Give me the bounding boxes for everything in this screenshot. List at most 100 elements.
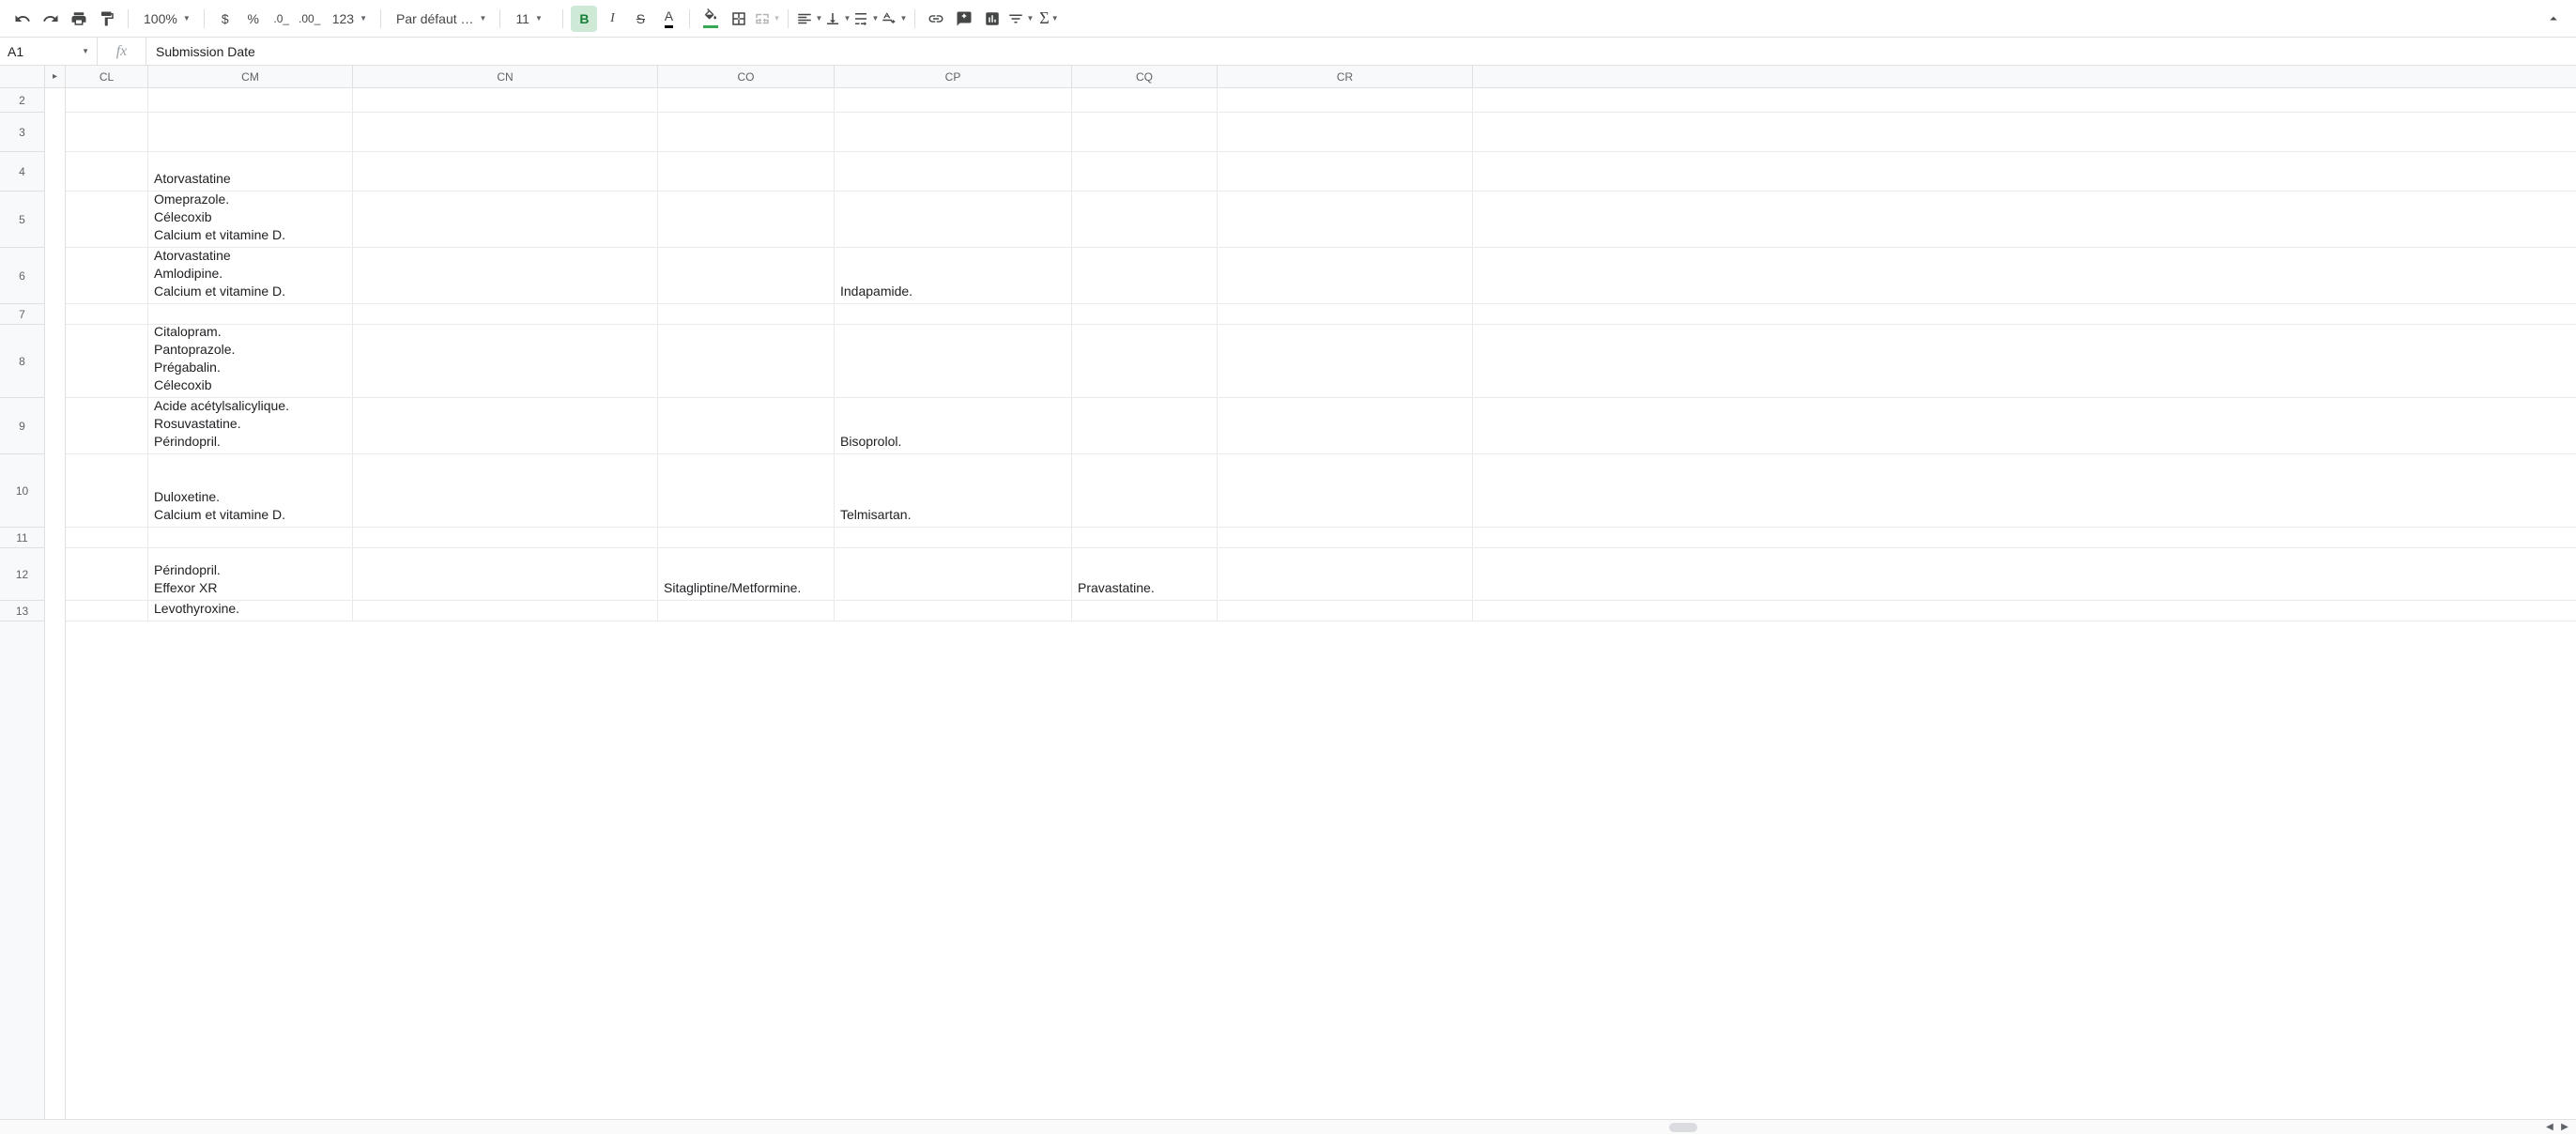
row-header[interactable]: 12 bbox=[0, 548, 44, 601]
cell[interactable] bbox=[1072, 113, 1218, 152]
cell[interactable] bbox=[353, 152, 658, 192]
column-header[interactable]: CR bbox=[1218, 66, 1473, 87]
cell[interactable] bbox=[835, 192, 1072, 248]
cell[interactable]: Atorvastatine Amlodipine. Calcium et vit… bbox=[148, 248, 353, 304]
column-header[interactable]: CP bbox=[835, 66, 1072, 87]
cell[interactable] bbox=[1072, 88, 1218, 113]
cell[interactable] bbox=[1218, 528, 1473, 548]
cell[interactable] bbox=[148, 113, 353, 152]
formula-input[interactable]: Submission Date bbox=[146, 44, 2576, 59]
borders-button[interactable] bbox=[726, 6, 752, 32]
cell[interactable]: Duloxetine. Calcium et vitamine D. bbox=[148, 454, 353, 528]
cell[interactable] bbox=[1218, 113, 1473, 152]
font-size-select[interactable]: 11▼ bbox=[508, 6, 555, 32]
cell[interactable] bbox=[1072, 192, 1218, 248]
cell[interactable] bbox=[835, 325, 1072, 398]
vertical-align-button[interactable]: ▼ bbox=[824, 6, 851, 32]
cell[interactable] bbox=[658, 192, 835, 248]
more-formats-button[interactable]: 123▼ bbox=[325, 6, 373, 32]
cell[interactable] bbox=[835, 601, 1072, 621]
cell[interactable]: Indapamide. bbox=[835, 248, 1072, 304]
insert-chart-button[interactable] bbox=[979, 6, 1005, 32]
format-percent-button[interactable]: % bbox=[240, 6, 267, 32]
cell[interactable] bbox=[1072, 248, 1218, 304]
text-wrap-button[interactable]: ▼ bbox=[852, 6, 879, 32]
cell[interactable] bbox=[658, 248, 835, 304]
cell[interactable] bbox=[658, 325, 835, 398]
cell[interactable] bbox=[835, 88, 1072, 113]
cell[interactable] bbox=[66, 248, 148, 304]
cell[interactable] bbox=[353, 398, 658, 454]
scroll-left-button[interactable]: ◀ bbox=[2542, 1120, 2557, 1135]
cell[interactable]: Telmisartan. bbox=[835, 454, 1072, 528]
cell[interactable] bbox=[353, 304, 658, 325]
cell[interactable] bbox=[1218, 304, 1473, 325]
cell[interactable]: Bisoprolol. bbox=[835, 398, 1072, 454]
strikethrough-button[interactable]: S bbox=[627, 6, 653, 32]
cell[interactable]: Acide acétylsalicylique. Rosuvastatine. … bbox=[148, 398, 353, 454]
row-header[interactable]: 13 bbox=[0, 601, 44, 621]
cell[interactable] bbox=[353, 454, 658, 528]
print-button[interactable] bbox=[66, 6, 92, 32]
functions-button[interactable]: Σ▼ bbox=[1035, 6, 1062, 32]
cell[interactable] bbox=[1072, 304, 1218, 325]
column-header[interactable]: CM bbox=[148, 66, 353, 87]
insert-link-button[interactable] bbox=[923, 6, 949, 32]
cell[interactable] bbox=[1218, 454, 1473, 528]
cell[interactable] bbox=[353, 528, 658, 548]
cells-area[interactable]: AtorvastatineOmeprazole. Célecoxib Calci… bbox=[66, 88, 2576, 1119]
bold-button[interactable]: B bbox=[571, 6, 597, 32]
horizontal-scrollbar[interactable]: ◀ ▶ bbox=[0, 1119, 2576, 1134]
increase-decimal-button[interactable]: .00_ bbox=[297, 6, 323, 32]
cell[interactable] bbox=[66, 152, 148, 192]
column-header[interactable]: CN bbox=[353, 66, 658, 87]
row-header[interactable]: 3 bbox=[0, 113, 44, 152]
cell[interactable] bbox=[1218, 192, 1473, 248]
row-header[interactable]: 7 bbox=[0, 304, 44, 325]
row-header[interactable]: 2 bbox=[0, 88, 44, 113]
cell[interactable] bbox=[1072, 528, 1218, 548]
cell[interactable] bbox=[1218, 548, 1473, 601]
cell[interactable] bbox=[353, 248, 658, 304]
column-group-toggle[interactable]: ▸ bbox=[45, 66, 66, 88]
cell[interactable] bbox=[658, 454, 835, 528]
cell[interactable] bbox=[1218, 325, 1473, 398]
cell[interactable]: Citalopram. Pantoprazole. Prégabalin. Cé… bbox=[148, 325, 353, 398]
cell[interactable] bbox=[353, 192, 658, 248]
cell[interactable]: Pravastatine. bbox=[1072, 548, 1218, 601]
merge-cells-button[interactable]: ▼ bbox=[754, 6, 780, 32]
column-header[interactable]: CL bbox=[66, 66, 148, 87]
cell[interactable]: Omeprazole. Célecoxib Calcium et vitamin… bbox=[148, 192, 353, 248]
cell[interactable] bbox=[835, 528, 1072, 548]
cell[interactable] bbox=[353, 88, 658, 113]
cell[interactable]: Périndopril. Effexor XR bbox=[148, 548, 353, 601]
horizontal-align-button[interactable]: ▼ bbox=[796, 6, 822, 32]
cell[interactable] bbox=[66, 454, 148, 528]
font-family-select[interactable]: Par défaut …▼ bbox=[389, 6, 492, 32]
scrollbar-thumb[interactable] bbox=[1669, 1123, 1697, 1132]
scroll-right-button[interactable]: ▶ bbox=[2557, 1120, 2572, 1135]
cell[interactable] bbox=[66, 192, 148, 248]
cell[interactable] bbox=[1218, 152, 1473, 192]
column-header[interactable]: CQ bbox=[1072, 66, 1218, 87]
cell[interactable] bbox=[66, 113, 148, 152]
cell[interactable] bbox=[66, 325, 148, 398]
cell[interactable] bbox=[1072, 325, 1218, 398]
text-rotation-button[interactable]: ▼ bbox=[881, 6, 907, 32]
cell[interactable] bbox=[658, 398, 835, 454]
cell[interactable] bbox=[66, 601, 148, 621]
collapse-toolbar-button[interactable] bbox=[2540, 6, 2567, 32]
scrollbar-track[interactable] bbox=[28, 1123, 2514, 1132]
cell[interactable] bbox=[148, 528, 353, 548]
cell[interactable] bbox=[66, 528, 148, 548]
zoom-select[interactable]: 100%▼ bbox=[136, 6, 196, 32]
cell[interactable] bbox=[1072, 601, 1218, 621]
cell[interactable] bbox=[148, 304, 353, 325]
cell[interactable] bbox=[658, 528, 835, 548]
cell[interactable] bbox=[835, 304, 1072, 325]
cell[interactable] bbox=[1218, 248, 1473, 304]
cell[interactable] bbox=[353, 601, 658, 621]
row-header[interactable]: 8 bbox=[0, 325, 44, 398]
row-header[interactable]: 10 bbox=[0, 454, 44, 528]
cell[interactable] bbox=[66, 88, 148, 113]
